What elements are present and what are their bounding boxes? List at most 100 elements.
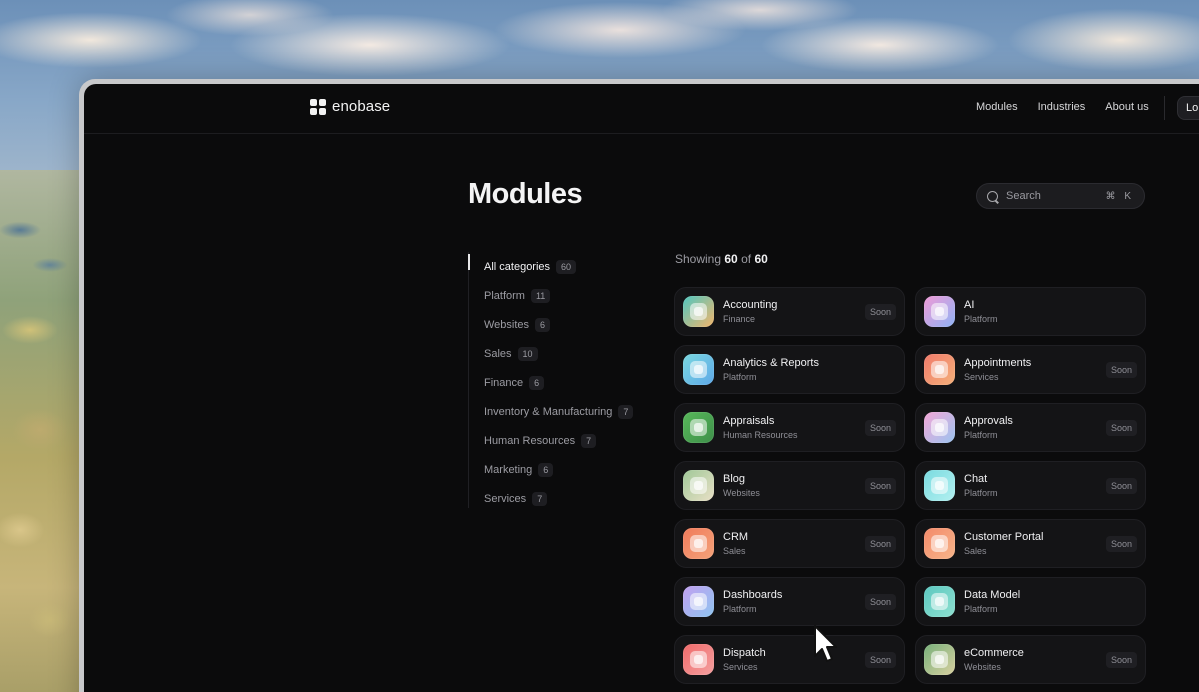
app-window: enobase Modules Industries About us Lo M… <box>79 79 1199 692</box>
results-prefix: Showing <box>675 252 722 266</box>
data-model-icon <box>924 586 955 617</box>
category-count: 60 <box>556 259 577 274</box>
module-name: Appraisals <box>723 414 775 427</box>
analytics-icon <box>683 354 714 385</box>
module-text: Dispatch Services <box>723 646 865 674</box>
category-count: 11 <box>530 288 551 303</box>
category-services[interactable]: Services 7 <box>468 484 648 513</box>
module-card[interactable]: Data Model Platform <box>915 577 1146 626</box>
brand[interactable]: enobase <box>310 98 390 115</box>
category-label: Sales <box>484 347 512 360</box>
category-marketing[interactable]: Marketing 6 <box>468 455 648 484</box>
module-category: Platform <box>964 487 998 498</box>
module-name: Customer Portal <box>964 530 1044 543</box>
module-grid: Accounting Finance Soon AI Platform Analytics… <box>674 287 1146 684</box>
nav-about-us[interactable]: About us <box>1105 101 1148 113</box>
category-count: 10 <box>517 346 538 361</box>
brand-name: enobase <box>332 98 391 115</box>
category-active-indicator <box>468 254 470 270</box>
module-category: Human Resources <box>723 429 798 440</box>
category-human-resources[interactable]: Human Resources 7 <box>468 426 648 455</box>
module-category: Platform <box>723 603 757 614</box>
module-name: Dispatch <box>723 646 766 659</box>
module-text: Appointments Services <box>964 356 1106 384</box>
module-card[interactable]: Customer Portal Sales Soon <box>915 519 1146 568</box>
module-card[interactable]: Accounting Finance Soon <box>674 287 905 336</box>
module-card[interactable]: Analytics & Reports Platform <box>674 345 905 394</box>
module-name: AI <box>964 298 975 311</box>
category-label: All categories <box>484 260 551 273</box>
module-category: Platform <box>964 429 998 440</box>
module-card[interactable]: AI Platform <box>915 287 1146 336</box>
category-all[interactable]: All categories 60 <box>468 252 648 281</box>
module-name: Approvals <box>964 414 1013 427</box>
field-painting <box>0 170 90 692</box>
results-count: Showing 60 of 60 <box>675 252 768 266</box>
category-count: 7 <box>581 433 597 448</box>
module-category: Sales <box>964 545 987 556</box>
module-card[interactable]: eCommerce Websites Soon <box>915 635 1146 684</box>
soon-badge: Soon <box>864 535 896 552</box>
category-label: Human Resources <box>484 434 576 447</box>
nav-modules[interactable]: Modules <box>976 101 1018 113</box>
module-text: Blog Websites <box>723 472 865 500</box>
module-category: Services <box>723 661 758 672</box>
module-text: Data Model Platform <box>964 588 1137 616</box>
search-placeholder: Search <box>1006 190 1041 202</box>
blog-icon <box>683 470 714 501</box>
module-text: eCommerce Websites <box>964 646 1106 674</box>
soon-badge: Soon <box>864 477 896 494</box>
dashboards-icon <box>683 586 714 617</box>
module-card[interactable]: Dashboards Platform Soon <box>674 577 905 626</box>
module-name: Appointments <box>964 356 1032 369</box>
category-count: 7 <box>532 491 548 506</box>
module-card[interactable]: Approvals Platform Soon <box>915 403 1146 452</box>
module-category: Services <box>964 371 999 382</box>
module-name: Data Model <box>964 588 1021 601</box>
soon-badge: Soon <box>1105 419 1137 436</box>
portal-icon <box>924 528 955 559</box>
app-viewport: enobase Modules Industries About us Lo M… <box>84 84 1199 692</box>
search-input[interactable]: Search ⌘ K <box>976 183 1145 209</box>
module-category: Platform <box>964 603 998 614</box>
top-navigation: enobase Modules Industries About us Lo <box>84 84 1199 134</box>
category-label: Inventory & Manufacturing <box>484 405 613 418</box>
search-shortcut: ⌘ K <box>1105 190 1134 202</box>
module-card[interactable]: Dispatch Services Soon <box>674 635 905 684</box>
results-total: 60 <box>754 252 768 266</box>
ai-icon <box>924 296 955 327</box>
award-icon <box>683 412 714 443</box>
module-card[interactable]: CRM Sales Soon <box>674 519 905 568</box>
category-label: Marketing <box>484 463 533 476</box>
module-text: Customer Portal Sales <box>964 530 1106 558</box>
category-platform[interactable]: Platform 11 <box>468 281 648 310</box>
accounting-icon <box>683 296 714 327</box>
category-finance[interactable]: Finance 6 <box>468 368 648 397</box>
category-sales[interactable]: Sales 10 <box>468 339 648 368</box>
main-nav: Modules Industries About us <box>976 101 1149 113</box>
module-card[interactable]: Chat Platform Soon <box>915 461 1146 510</box>
module-text: Accounting Finance <box>723 298 865 326</box>
module-card[interactable]: Appraisals Human Resources Soon <box>674 403 905 452</box>
login-button[interactable]: Lo <box>1177 96 1199 120</box>
module-text: Appraisals Human Resources <box>723 414 865 442</box>
calendar-icon <box>924 354 955 385</box>
module-text: Chat Platform <box>964 472 1106 500</box>
module-card[interactable]: Blog Websites Soon <box>674 461 905 510</box>
module-text: Analytics & Reports Platform <box>723 356 896 384</box>
category-count: 6 <box>529 375 545 390</box>
nav-industries[interactable]: Industries <box>1038 101 1086 113</box>
module-name: CRM <box>723 530 749 543</box>
category-label: Websites <box>484 318 530 331</box>
basket-icon <box>924 644 955 675</box>
nav-divider <box>1164 96 1165 120</box>
category-label: Finance <box>484 376 524 389</box>
mouse-cursor-icon <box>814 625 837 662</box>
approvals-icon <box>924 412 955 443</box>
category-inventory-manufacturing[interactable]: Inventory & Manufacturing 7 <box>468 397 648 426</box>
category-websites[interactable]: Websites 6 <box>468 310 648 339</box>
module-card[interactable]: Appointments Services Soon <box>915 345 1146 394</box>
module-name: Accounting <box>723 298 778 311</box>
module-text: Dashboards Platform <box>723 588 865 616</box>
soon-badge: Soon <box>1105 477 1137 494</box>
